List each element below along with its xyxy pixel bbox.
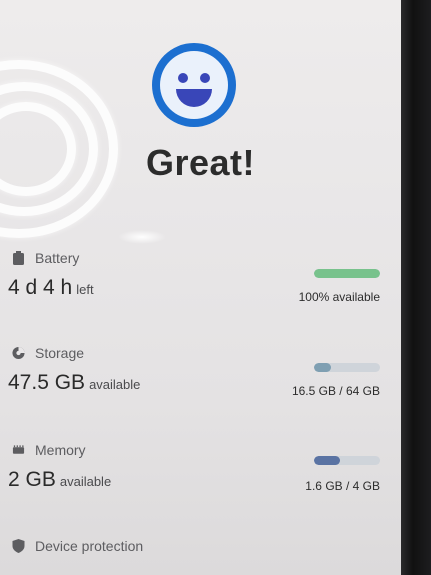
device-protection-label: Device protection [35,538,144,554]
storage-label: Storage [35,345,85,361]
memory-suffix: available [59,474,112,489]
memory-label: Memory [35,442,86,458]
memory-bar-fill [314,456,341,465]
device-health-screen: Great! Battery 4 d 4 h left 100% availabl… [0,0,401,575]
screen-glare [0,40,130,240]
battery-label: Battery [35,250,80,266]
device-bezel [401,0,431,575]
storage-value-row: 47.5 GB available [8,371,140,395]
memory-value: 2 GB [8,468,56,491]
light-flare [118,230,166,244]
storage-bar [314,363,380,372]
storage-value: 47.5 GB [8,371,86,394]
storage-detail: 16.5 GB / 64 GB [291,384,380,398]
battery-value-row: 4 d 4 h left [8,276,94,300]
memory-detail: 1.6 GB / 4 GB [305,479,380,493]
battery-bar-fill [314,269,380,278]
battery-bar [314,269,380,278]
storage-pie-icon [12,346,25,360]
battery-suffix: left [76,282,94,297]
memory-chip-icon [12,445,25,454]
status-title: Great! [145,142,256,183]
battery-detail: 100% available [298,290,380,304]
memory-bar [314,456,380,465]
storage-suffix: available [89,377,141,392]
battery-icon [13,251,24,265]
smiley-face-icon [152,43,236,127]
battery-value: 4 d 4 h [8,276,73,299]
memory-value-row: 2 GB available [8,468,111,492]
storage-bar-fill [314,363,332,372]
shield-icon [12,539,25,553]
